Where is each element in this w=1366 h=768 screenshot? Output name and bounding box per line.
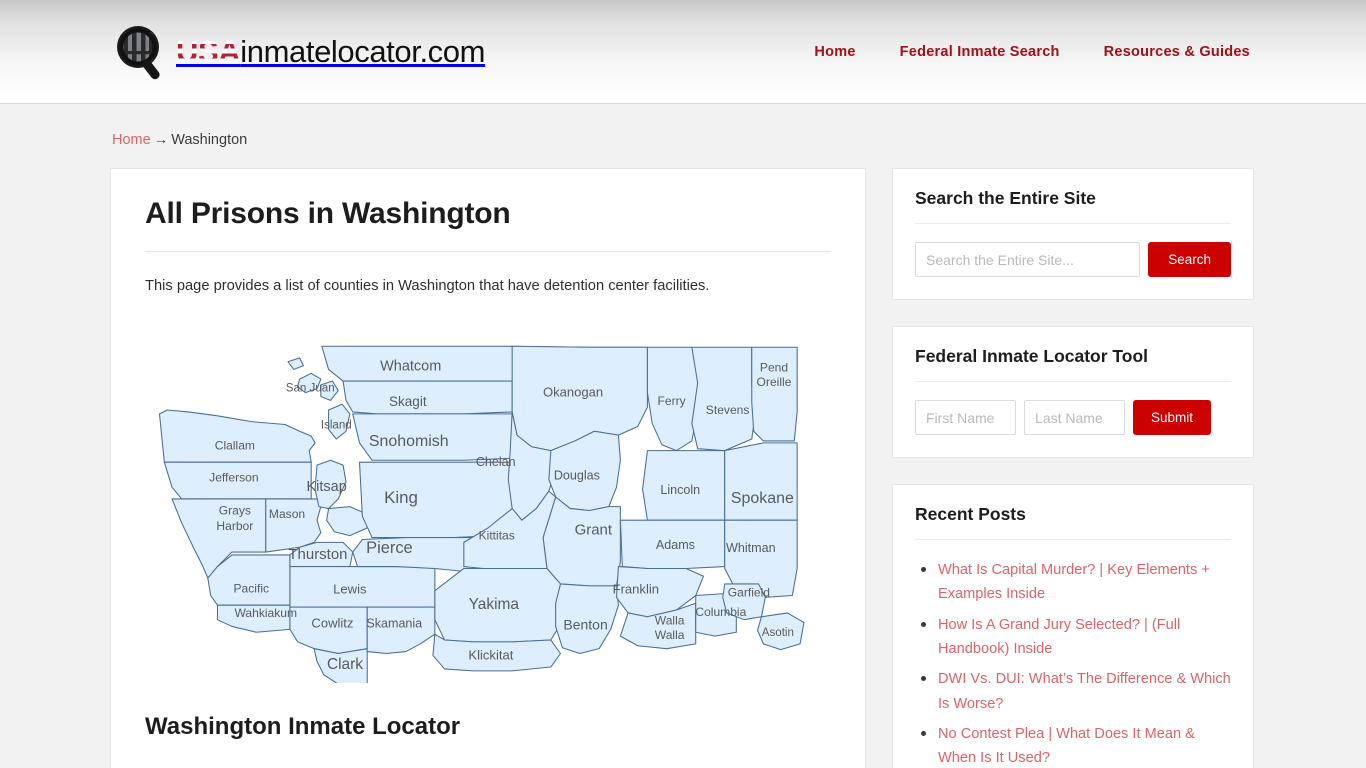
breadcrumb: Home → Washington	[112, 132, 1256, 148]
submit-button[interactable]: Submit	[1133, 400, 1212, 435]
washington-county-map[interactable]: Whatcom San Juan Skagit Island Snohomish…	[145, 319, 831, 700]
search-button[interactable]: Search	[1148, 242, 1231, 277]
page-title: All Prisons in Washington	[145, 197, 511, 230]
list-item: How Is A Grand Jury Selected? | (Full Ha…	[917, 613, 1231, 662]
county-label-oreille: Oreille	[757, 375, 792, 389]
recent-post-link-3[interactable]: DWI Vs. DUI: What’s The Difference & Whi…	[938, 671, 1231, 711]
county-label-skamania: Skamania	[366, 616, 422, 630]
county-label-benton: Benton	[563, 616, 607, 632]
widget-federal-inmate-locator: Federal Inmate Locator Tool Submit	[892, 326, 1254, 458]
county-label-thurston: Thurston	[288, 546, 347, 563]
county-label-adams: Adams	[656, 538, 695, 552]
county-label-harbor: Harbor	[216, 519, 253, 533]
nav-item-resources-guides[interactable]: Resources & Guides	[1104, 44, 1250, 60]
county-label-kittitas: Kittitas	[479, 529, 515, 543]
county-label-pend: Pend	[760, 360, 788, 374]
county-label-asotin: Asotin	[762, 627, 794, 639]
county-label-lincoln: Lincoln	[660, 483, 700, 497]
nav-item-federal-inmate-search[interactable]: Federal Inmate Search	[900, 44, 1060, 60]
county-label-island: Island	[321, 419, 352, 431]
county-label-columbia: Columbia	[695, 605, 746, 619]
widget-divider	[915, 539, 1231, 540]
county-label-kitsap: Kitsap	[307, 479, 347, 495]
county-label-chelan: Chelan	[476, 455, 516, 469]
search-widget-title: Search the Entire Site	[915, 188, 1096, 208]
main-navigation: Home Federal Inmate Search Resources & G…	[814, 44, 1256, 60]
recent-post-link-1[interactable]: What Is Capital Murder? | Key Elements +…	[938, 562, 1210, 602]
last-name-input[interactable]	[1024, 400, 1125, 435]
county-label-snohomish: Snohomish	[369, 433, 449, 450]
county-label-grays: Grays	[219, 503, 251, 517]
brand-rest: inmatelocator.com	[240, 34, 486, 69]
brand-usa: USA	[176, 34, 241, 69]
first-name-input[interactable]	[915, 400, 1016, 435]
county-label-skagit: Skagit	[389, 394, 427, 409]
county-label-yakima: Yakima	[469, 596, 520, 613]
county-label-pacific: Pacific	[234, 582, 270, 596]
county-label-sanjuan: San Juan	[286, 383, 335, 395]
county-label-whitman: Whitman	[726, 541, 776, 555]
county-label-okanogan: Okanogan	[543, 385, 603, 400]
locator-widget-title: Federal Inmate Locator Tool	[915, 346, 1149, 366]
county-label-ferry: Ferry	[657, 394, 685, 408]
widget-site-search: Search the Entire Site Search	[892, 168, 1254, 300]
section-heading: Washington Inmate Locator	[145, 712, 461, 740]
county-label-franklin: Franklin	[613, 582, 659, 597]
county-label-spokane: Spokane	[731, 490, 794, 507]
recent-posts-title: Recent Posts	[915, 504, 1026, 524]
county-label-walla-1: Walla	[655, 614, 685, 628]
county-label-lewis: Lewis	[333, 582, 367, 597]
magnifier-prison-bars-icon	[112, 23, 172, 81]
sidebar: Search the Entire Site Search Federal In…	[892, 168, 1254, 768]
main-content-card: All Prisons in Washington This page prov…	[110, 168, 866, 768]
recent-posts-list: What Is Capital Murder? | Key Elements +…	[915, 558, 1231, 768]
county-label-pierce: Pierce	[366, 539, 413, 557]
county-label-garfield: Garfield	[728, 586, 770, 600]
county-label-douglas: Douglas	[554, 469, 600, 483]
county-label-king: King	[384, 488, 418, 507]
county-label-mason: Mason	[269, 507, 305, 521]
county-label-whatcom: Whatcom	[380, 358, 441, 374]
inmate-locator-form: Submit	[915, 400, 1231, 435]
widget-recent-posts: Recent Posts What Is Capital Murder? | K…	[892, 484, 1254, 768]
county-label-grant: Grant	[575, 522, 613, 539]
county-label-klickitat: Klickitat	[468, 647, 513, 662]
county-label-wahkiakum: Wahkiakum	[234, 606, 297, 620]
breadcrumb-separator: →	[153, 132, 169, 148]
widget-divider	[915, 223, 1231, 224]
county-label-cowlitz: Cowlitz	[311, 615, 353, 630]
widget-divider	[915, 381, 1231, 382]
brand-text: USAinmatelocator.com	[176, 34, 485, 70]
breadcrumb-current: Washington	[171, 132, 248, 148]
recent-post-link-4[interactable]: No Contest Plea | What Does It Mean & Wh…	[938, 726, 1195, 766]
title-divider	[145, 251, 831, 252]
county-label-walla-2: Walla	[655, 628, 685, 642]
list-item: What Is Capital Murder? | Key Elements +…	[917, 558, 1231, 607]
county-label-stevens: Stevens	[706, 403, 750, 417]
county-label-clark: Clark	[327, 656, 363, 673]
recent-post-link-2[interactable]: How Is A Grand Jury Selected? | (Full Ha…	[938, 617, 1180, 657]
list-item: DWI Vs. DUI: What’s The Difference & Whi…	[917, 667, 1231, 716]
search-input[interactable]	[915, 242, 1141, 277]
site-search-form: Search	[915, 242, 1231, 277]
breadcrumb-home[interactable]: Home	[112, 132, 151, 148]
site-header: USAinmatelocator.com Home Federal Inmate…	[0, 0, 1366, 104]
list-item: No Contest Plea | What Does It Mean & Wh…	[917, 722, 1231, 768]
nav-item-home[interactable]: Home	[814, 44, 855, 60]
site-logo[interactable]: USAinmatelocator.com	[112, 23, 485, 81]
county-label-jefferson: Jefferson	[209, 471, 258, 485]
intro-paragraph: This page provides a list of counties in…	[145, 278, 710, 294]
county-label-clallam: Clallam	[215, 439, 255, 453]
